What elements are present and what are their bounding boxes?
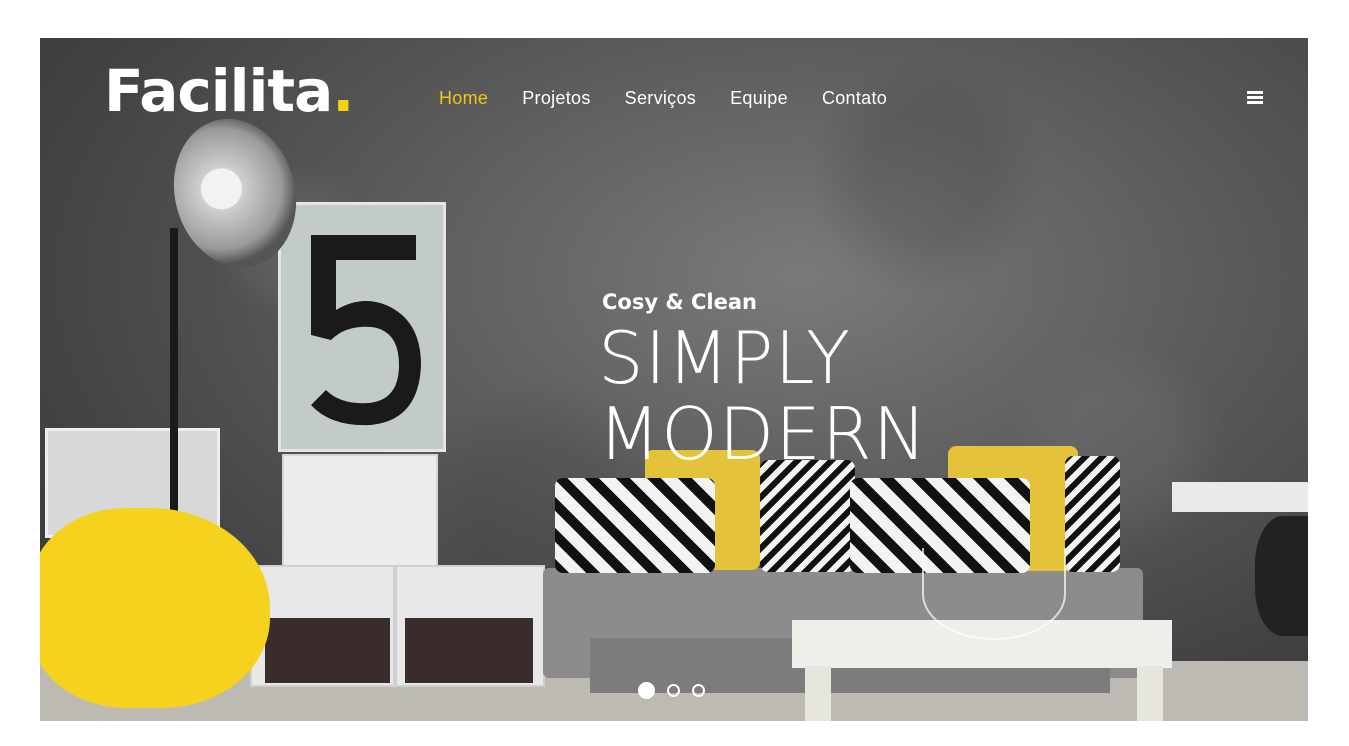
slide-dot-2[interactable] bbox=[667, 684, 680, 697]
headline-line-1: SIMPLY bbox=[598, 316, 852, 400]
coffee-table-leg bbox=[805, 666, 831, 721]
nav-item-equipe[interactable]: Equipe bbox=[730, 88, 788, 109]
headline-line-2: MODERN bbox=[598, 392, 928, 476]
storage-box bbox=[405, 618, 533, 683]
main-nav: Home Projetos Serviços Equipe Contato bbox=[439, 88, 921, 109]
slide-dot-3[interactable] bbox=[692, 684, 705, 697]
hamburger-icon[interactable] bbox=[1247, 91, 1263, 105]
black-chair bbox=[1255, 516, 1308, 636]
brand-logo[interactable]: Facilita. bbox=[104, 62, 354, 120]
slider-pagination bbox=[638, 682, 705, 699]
side-table bbox=[1172, 482, 1308, 512]
pillow bbox=[1065, 456, 1120, 572]
five-glyph-icon bbox=[311, 235, 421, 426]
pillow bbox=[555, 478, 715, 573]
wooden-crate bbox=[282, 454, 438, 568]
number-five-poster bbox=[278, 202, 446, 452]
nav-item-contato[interactable]: Contato bbox=[822, 88, 887, 109]
hero-slider: Facilita. Home Projetos Serviços Equipe … bbox=[40, 38, 1308, 721]
slide-dot-1[interactable] bbox=[638, 682, 655, 699]
coffee-table-leg bbox=[1137, 666, 1163, 721]
pillow bbox=[760, 460, 855, 572]
slide-headline: SIMPLY MODERN bbox=[598, 320, 928, 472]
lamp-stand bbox=[170, 228, 178, 558]
nav-item-home[interactable]: Home bbox=[439, 88, 488, 109]
nav-item-projetos[interactable]: Projetos bbox=[522, 88, 590, 109]
storage-box bbox=[265, 618, 390, 683]
wire-basket bbox=[922, 548, 1066, 640]
brand-dot: . bbox=[332, 57, 354, 125]
nav-item-servicos[interactable]: Serviços bbox=[625, 88, 696, 109]
brand-name: Facilita bbox=[104, 57, 333, 125]
yellow-chair bbox=[40, 508, 270, 708]
slide-kicker: Cosy & Clean bbox=[602, 290, 757, 314]
